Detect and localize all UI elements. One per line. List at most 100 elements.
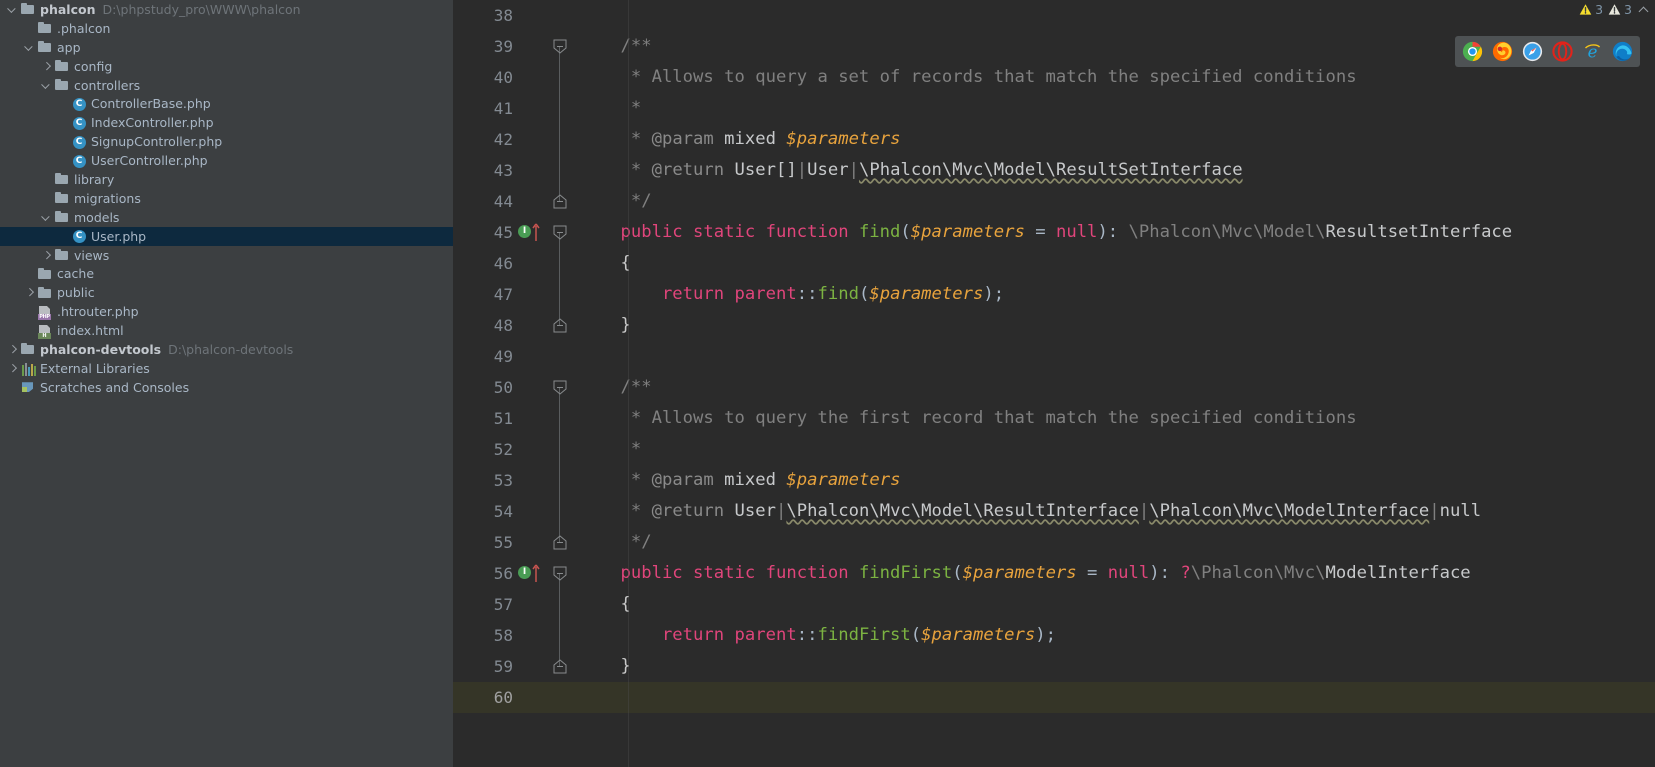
chevron-right-icon[interactable] (23, 286, 36, 299)
tree-row-app[interactable]: app (0, 38, 453, 57)
line-number-gutter[interactable]: 58 (453, 620, 515, 651)
code-folding-gutter[interactable] (545, 403, 575, 434)
line-number-gutter[interactable]: 39 (453, 31, 515, 62)
fold-toggle-icon[interactable] (553, 39, 567, 54)
tree-row-indexcontroller-php[interactable]: IndexController.php (0, 113, 453, 132)
warning-indicator[interactable]: 3 (1608, 2, 1632, 17)
code-folding-gutter[interactable] (545, 434, 575, 465)
gutter-marks[interactable] (515, 527, 545, 558)
gutter-marks[interactable] (515, 310, 545, 341)
chrome-icon[interactable]: Chrome (1462, 41, 1483, 62)
line-number-gutter[interactable]: 57 (453, 589, 515, 620)
tree-row-cache[interactable]: cache (0, 264, 453, 283)
code-text[interactable]: */ (575, 527, 652, 558)
code-line[interactable]: 51 * Allows to query the first record th… (453, 403, 1655, 434)
code-line[interactable]: 50 /** (453, 372, 1655, 403)
code-text[interactable]: * @return User|\Phalcon\Mvc\Model\Result… (575, 496, 1481, 527)
code-folding-gutter[interactable] (545, 372, 575, 403)
warning-indicator[interactable]: 3 (1579, 2, 1603, 17)
gutter-marks[interactable] (515, 31, 545, 62)
chevron-right-icon[interactable] (6, 362, 19, 375)
fold-toggle-icon[interactable] (553, 535, 567, 550)
code-text[interactable]: */ (575, 186, 652, 217)
code-folding-gutter[interactable] (545, 124, 575, 155)
code-editor-panel[interactable]: 33 ChromeFirefoxSafariOperaInternet Expl… (453, 0, 1655, 767)
gutter-marks[interactable] (515, 434, 545, 465)
tree-row-public[interactable]: public (0, 283, 453, 302)
project-tree-panel[interactable]: phalcon D:\phpstudy_pro\WWW\phalcon .phalc… (0, 0, 453, 767)
overriding-method-arrow-icon[interactable] (532, 222, 540, 241)
tree-row-phalcon[interactable]: .phalcon (0, 19, 453, 38)
code-folding-gutter[interactable] (545, 589, 575, 620)
code-line[interactable]: 47 return parent::find($parameters); (453, 279, 1655, 310)
tree-row-controllerbase-php[interactable]: ControllerBase.php (0, 94, 453, 113)
code-folding-gutter[interactable] (545, 155, 575, 186)
gutter-marks[interactable] (515, 496, 545, 527)
line-number-gutter[interactable]: 48 (453, 310, 515, 341)
chevron-right-icon[interactable] (40, 249, 53, 262)
gutter-marks[interactable] (515, 93, 545, 124)
fold-toggle-icon[interactable] (553, 566, 567, 581)
code-folding-gutter[interactable] (545, 496, 575, 527)
implementing-method-icon[interactable]: I (518, 566, 531, 579)
tree-row-controllers[interactable]: controllers (0, 76, 453, 95)
line-number-gutter[interactable]: 56 (453, 558, 515, 589)
gutter-marks[interactable] (515, 0, 545, 31)
code-folding-gutter[interactable] (545, 0, 575, 31)
line-number-gutter[interactable]: 49 (453, 341, 515, 372)
code-text[interactable]: * Allows to query a set of records that … (575, 62, 1357, 93)
tree-row-phalcon-devtools[interactable]: phalcon-devtools D:\phalcon-devtools (0, 340, 453, 359)
tree-row-external-libraries[interactable]: External Libraries (0, 359, 453, 378)
code-folding-gutter[interactable] (545, 651, 575, 682)
chevron-down-icon[interactable] (23, 41, 36, 54)
line-number-gutter[interactable]: 45 (453, 217, 515, 248)
gutter-marks[interactable] (515, 155, 545, 186)
code-text[interactable]: * Allows to query the first record that … (575, 403, 1357, 434)
gutter-marks[interactable] (515, 589, 545, 620)
code-text[interactable]: return parent::find($parameters); (575, 279, 1004, 310)
line-number-gutter[interactable]: 60 (453, 682, 515, 713)
code-text[interactable] (575, 0, 589, 31)
code-line[interactable]: 58 return parent::findFirst($parameters)… (453, 620, 1655, 651)
code-text[interactable]: /** (575, 31, 652, 62)
code-line[interactable]: 55 */ (453, 527, 1655, 558)
line-number-gutter[interactable]: 42 (453, 124, 515, 155)
tree-row-phalcon[interactable]: phalcon D:\phpstudy_pro\WWW\phalcon (0, 0, 453, 19)
code-folding-gutter[interactable] (545, 341, 575, 372)
line-number-gutter[interactable]: 43 (453, 155, 515, 186)
tree-row-migrations[interactable]: migrations (0, 189, 453, 208)
gutter-marks[interactable] (515, 465, 545, 496)
line-number-gutter[interactable]: 40 (453, 62, 515, 93)
line-number-gutter[interactable]: 50 (453, 372, 515, 403)
code-folding-gutter[interactable] (545, 186, 575, 217)
tree-row-config[interactable]: config (0, 57, 453, 76)
code-line[interactable]: 54 * @return User|\Phalcon\Mvc\Model\Res… (453, 496, 1655, 527)
code-line[interactable]: 42 * @param mixed $parameters (453, 124, 1655, 155)
safari-icon[interactable]: Safari (1522, 41, 1543, 62)
code-folding-gutter[interactable] (545, 620, 575, 651)
tree-row-models[interactable]: models (0, 208, 453, 227)
code-folding-gutter[interactable] (545, 248, 575, 279)
code-folding-gutter[interactable] (545, 93, 575, 124)
line-number-gutter[interactable]: 41 (453, 93, 515, 124)
code-text[interactable]: * @return User[]|User|\Phalcon\Mvc\Model… (575, 155, 1243, 186)
gutter-marks[interactable]: I (515, 558, 545, 589)
chevron-right-icon[interactable] (40, 60, 53, 73)
fold-toggle-icon[interactable] (553, 380, 567, 395)
code-line[interactable]: 43 * @return User[]|User|\Phalcon\Mvc\Mo… (453, 155, 1655, 186)
tree-row-htrouter-php[interactable]: .htrouter.php (0, 302, 453, 321)
fold-toggle-icon[interactable] (553, 225, 567, 240)
tree-row-library[interactable]: library (0, 170, 453, 189)
code-line[interactable]: 38 (453, 0, 1655, 31)
code-text[interactable]: public static function findFirst($parame… (575, 558, 1471, 589)
tree-row-views[interactable]: views (0, 246, 453, 265)
gutter-marks[interactable] (515, 651, 545, 682)
code-line[interactable]: 57 { (453, 589, 1655, 620)
inspection-status-widget[interactable]: 33 (1579, 2, 1649, 17)
edge-icon[interactable]: Edge (1612, 41, 1633, 62)
gutter-marks[interactable] (515, 248, 545, 279)
code-folding-gutter[interactable] (545, 558, 575, 589)
code-text[interactable]: /** (575, 372, 652, 403)
tree-row-scratches-and-consoles[interactable]: Scratches and Consoles (0, 378, 453, 397)
code-folding-gutter[interactable] (545, 279, 575, 310)
